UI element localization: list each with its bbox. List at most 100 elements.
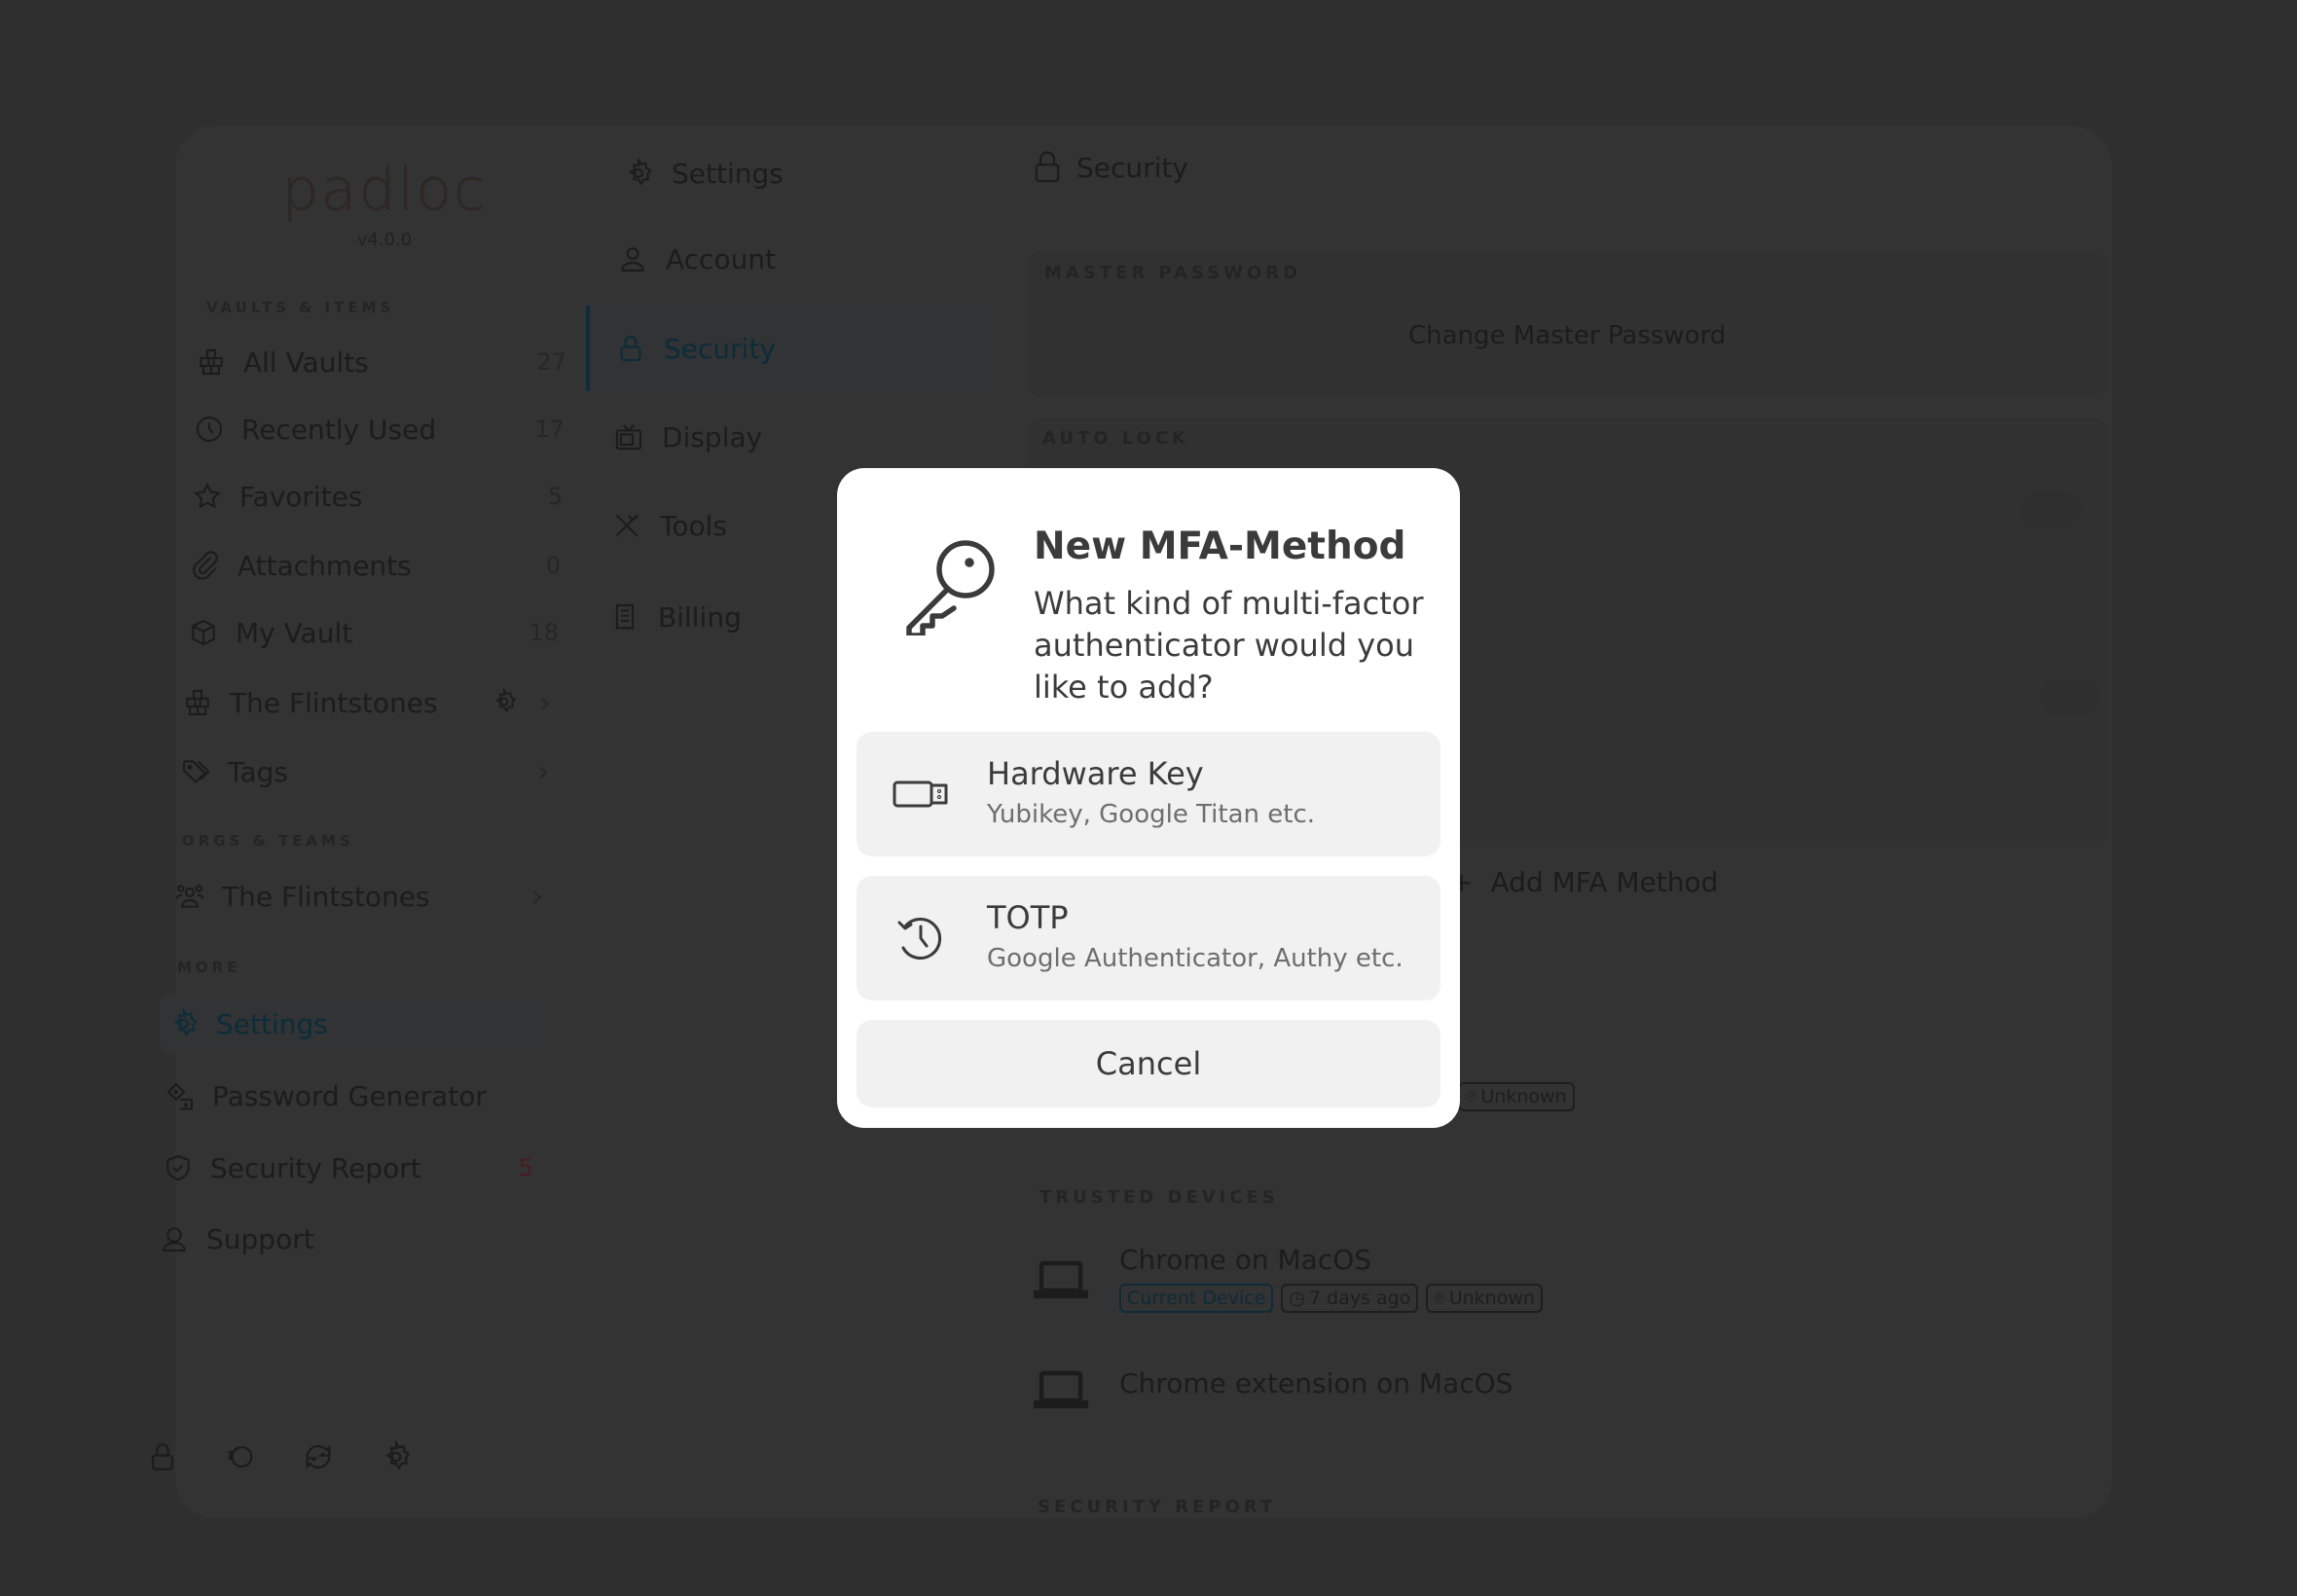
history-icon: [892, 909, 950, 967]
lock-icon: [620, 336, 641, 362]
sidebar-item-flintstones-vault[interactable]: The Flintstones ›: [181, 674, 561, 731]
sidebar-item-flintstones-org[interactable]: The Flintstones ›: [173, 868, 553, 925]
item-count: 18: [529, 619, 559, 646]
sidebar-item-favorites[interactable]: Favorites 5: [191, 468, 570, 525]
item-count: 0: [545, 552, 561, 579]
sidebar-item-password-generator[interactable]: Password Generator: [164, 1068, 543, 1124]
settings-nav-label: Display: [662, 420, 763, 453]
item-count: 17: [534, 416, 565, 443]
group-icon: [173, 880, 206, 913]
sidebar-item-label: The Flintstones: [230, 686, 438, 719]
biometric-unlock-toggle[interactable]: [2039, 677, 2101, 716]
sidebar-item-tags[interactable]: Tags ›: [179, 744, 559, 800]
device-row[interactable]: Chrome on MacOS Current Device ◷ 7 days a…: [1034, 1244, 1543, 1313]
new-mfa-dialog: New MFA-Method What kind of multi-factor…: [837, 468, 1460, 1128]
badge-text: 7 days ago: [1308, 1288, 1411, 1309]
security-report-label: Security Report: [1038, 1497, 1277, 1512]
sidebar-item-security-report[interactable]: Security Report 5: [162, 1140, 541, 1196]
clock-icon: [193, 413, 226, 446]
sidebar-item-label: Security Report: [210, 1151, 421, 1184]
sidebar-footer: [146, 1439, 413, 1477]
dialog-message: What kind of multi-factor authenticator …: [1034, 585, 1424, 706]
laptop-icon: [1034, 1260, 1088, 1299]
usb-key-icon: [892, 765, 950, 823]
add-mfa-button[interactable]: + Add MFA Method: [1450, 866, 1718, 898]
lock-app-icon[interactable]: [146, 1440, 179, 1477]
option-hardware-key[interactable]: Hardware Key Yubikey, Google Titan etc.: [857, 732, 1440, 856]
page-title: Security: [1034, 151, 1188, 184]
settings-nav-display[interactable]: Display: [613, 394, 993, 480]
receipt-icon: [615, 603, 635, 631]
tools-icon: [615, 514, 638, 537]
sidebar-item-attachments[interactable]: Attachments 0: [189, 537, 568, 594]
sidebar-item-label: The Flintstones: [222, 880, 430, 913]
sidebar-item-label: Attachments: [237, 549, 412, 582]
auto-lock-label: Auto Lock: [1042, 428, 1190, 449]
section-label-orgs: Orgs & Teams: [182, 832, 354, 850]
sync-icon[interactable]: [302, 1440, 335, 1477]
item-count: 5: [547, 483, 563, 510]
sidebar-item-label: Support: [206, 1222, 314, 1255]
page-title-text: Security: [1076, 151, 1188, 184]
security-issues-count: 5: [518, 1154, 533, 1181]
cancel-button[interactable]: Cancel: [857, 1020, 1440, 1107]
option-subtitle: Yubikey, Google Titan etc.: [987, 800, 1316, 829]
option-totp[interactable]: TOTP Google Authenticator, Authy etc.: [857, 876, 1440, 1000]
settings-nav-label: Account: [666, 242, 777, 275]
settings-nav-security[interactable]: Security: [586, 306, 999, 391]
sidebar-item-recently-used[interactable]: Recently Used 17: [193, 401, 572, 457]
option-title: Hardware Key: [987, 755, 1204, 792]
device-name: Chrome on MacOS: [1119, 1244, 1372, 1276]
theme-toggle-icon[interactable]: [224, 1440, 257, 1477]
section-label-vaults: Vaults & Items: [206, 299, 395, 316]
change-master-password-button[interactable]: Change Master Password: [1408, 321, 1726, 350]
chevron-right-icon: ›: [537, 754, 549, 789]
settings-nav-label: Billing: [658, 600, 742, 634]
option-subtitle: Google Authenticator, Authy etc.: [987, 944, 1404, 973]
add-mfa-label: Add MFA Method: [1490, 866, 1719, 898]
option-title: TOTP: [987, 899, 1069, 936]
tags-icon: [179, 755, 212, 788]
dialog-title: New MFA-Method: [1034, 525, 1406, 568]
location-badge: ⌾ Unknown: [1426, 1284, 1543, 1313]
location-pin-icon: ⌾: [1434, 1288, 1445, 1309]
settings-nav-header: Settings: [623, 130, 993, 216]
user-icon: [621, 247, 644, 272]
auto-lock-toggle[interactable]: [2020, 490, 2082, 529]
clock-icon: ◷: [1289, 1288, 1305, 1309]
gear-icon: [167, 1007, 201, 1040]
sidebar-item-label: All Vaults: [243, 345, 369, 379]
lock-icon: [1035, 151, 1060, 183]
chevron-right-icon: ›: [539, 685, 551, 720]
sidebar-item-label: Settings: [216, 1007, 328, 1040]
laptop-icon: [1034, 1370, 1088, 1409]
support-icon: [158, 1222, 191, 1255]
mfa-location-badge: ⌾ Unknown: [1458, 1082, 1575, 1111]
sidebar-item-support[interactable]: Support: [158, 1211, 537, 1267]
last-used-badge: ◷ 7 days ago: [1281, 1284, 1419, 1313]
settings-nav-label: Security: [664, 332, 776, 365]
star-icon: [191, 480, 224, 513]
master-password-label: Master Password: [1044, 263, 1302, 283]
sidebar-item-label: My Vault: [236, 616, 353, 649]
settings-nav-title: Settings: [672, 157, 784, 190]
key-icon: [903, 536, 1001, 638]
settings-nav-account[interactable]: Account: [617, 216, 997, 302]
sidebar-item-all-vaults[interactable]: All Vaults 27: [195, 334, 574, 390]
badge-text: Unknown: [1448, 1288, 1535, 1309]
vault-settings-gear-icon[interactable]: [491, 687, 518, 722]
device-row[interactable]: Chrome extension on MacOS: [1034, 1367, 1513, 1412]
location-pin-icon: ⌾: [1466, 1086, 1477, 1107]
badge-text: Unknown: [1480, 1086, 1567, 1107]
vaults-icon: [195, 345, 228, 379]
settings-gear-icon[interactable]: [380, 1439, 413, 1477]
settings-nav-label: Tools: [660, 509, 727, 542]
vaults-icon: [181, 686, 214, 719]
app-logo: padloc: [281, 156, 488, 224]
sidebar-item-settings[interactable]: Settings: [160, 996, 555, 1052]
tv-icon: [615, 424, 642, 451]
shield-check-icon: [162, 1151, 195, 1184]
device-name: Chrome extension on MacOS: [1119, 1367, 1513, 1399]
sidebar-item-my-vault[interactable]: My Vault 18: [187, 604, 566, 661]
sidebar-item-label: Favorites: [239, 480, 363, 513]
